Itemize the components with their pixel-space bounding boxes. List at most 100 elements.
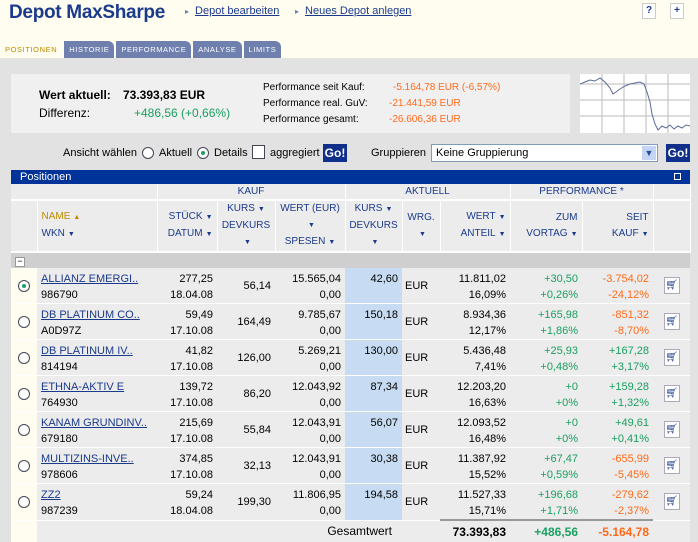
panel-title: Positionen [20, 171, 72, 183]
perf-vortag: +0 [565, 417, 579, 429]
sort-arrow-icon: ▼ [498, 214, 506, 221]
maximize-icon[interactable] [674, 173, 681, 180]
sort-name[interactable]: NAME [42, 211, 71, 222]
col-kurs[interactable]: KURS ▼ DEVKURS ▼ [217, 200, 276, 253]
sort-wkn[interactable]: WKN [42, 228, 65, 239]
row-select-radio[interactable] [18, 315, 30, 328]
chevron-down-icon[interactable]: ▼ [642, 146, 656, 160]
row-select-radio[interactable] [18, 495, 30, 508]
collapse-button[interactable]: − [15, 256, 25, 267]
sort-arrow-icon: ▼ [328, 239, 336, 246]
new-depot-link[interactable]: Neues Depot anlegen [295, 5, 411, 17]
position-name-link[interactable]: ALLIANZ EMERGI.. [41, 273, 138, 285]
spesen: 0,00 [319, 361, 342, 373]
waehrung: EUR [402, 268, 441, 304]
kauf-wert: 9.785,67 [298, 309, 342, 321]
wkn: 978606 [41, 469, 78, 481]
tab-limits[interactable]: LIMITS [243, 41, 282, 58]
view-go-button[interactable]: Go! [323, 144, 347, 162]
total-label: Gesamtwert [37, 520, 403, 542]
column-header-label: ZUM [555, 211, 578, 223]
position-name-link[interactable]: ZZ2 [41, 489, 61, 501]
row-select-radio[interactable] [18, 423, 30, 436]
perf-seit-kauf-pct: -24,12% [608, 289, 650, 301]
kauf-kurs: 199,30 [217, 483, 275, 521]
waehrung: EUR [402, 483, 441, 521]
perf-vortag: +67,47 [544, 453, 579, 465]
col-akt-kurs[interactable]: KURS ▼ DEVKURS ▼ [345, 200, 403, 253]
col-vortag[interactable]: ZUM VORTAG ▼ [510, 200, 583, 253]
view-label: Ansicht wählen [63, 147, 137, 159]
sort-arrow-icon: ▼ [385, 206, 393, 213]
col-wrg[interactable]: WRG. ▼ [402, 200, 441, 253]
aggregiert-checkbox[interactable] [252, 145, 265, 159]
new-page-icon[interactable]: + [670, 3, 684, 19]
sort-arrow-icon: ▼ [205, 231, 213, 238]
perf-label: Performance gesamt: [263, 114, 359, 125]
perf-value: -26.606,36 EUR [389, 114, 461, 125]
position-name-link[interactable]: KANAM GRUNDINV.. [41, 417, 147, 429]
table-row: KANAM GRUNDINV.. 679180 215,69 17.10.08 55… [11, 411, 691, 448]
perf-seit-kauf-pct: +1,32% [611, 397, 650, 409]
col-wert[interactable]: WERT (EUR) ▼ SPESEN ▼ [275, 200, 346, 253]
position-name-link[interactable]: DB PLATINUM IV.. [41, 345, 133, 357]
wkn: 987239 [41, 505, 78, 517]
cart-icon[interactable]: 🛒︎ [663, 385, 680, 402]
group-performance: PERFORMANCE * [510, 184, 654, 201]
kauf-kurs: 86,20 [217, 375, 275, 412]
group-aktuell: AKTUELL [345, 184, 511, 201]
tab-analyse[interactable]: ANALYSE [193, 41, 242, 58]
performance-sparkline[interactable] [579, 74, 691, 133]
edit-depot-link[interactable]: Depot bearbeiten [185, 5, 279, 17]
cart-icon[interactable]: 🛒︎ [663, 457, 680, 474]
waehrung: EUR [402, 339, 441, 376]
page-title: Depot MaxSharpe [9, 2, 165, 23]
row-select-radio[interactable] [18, 459, 30, 472]
perf-vortag: +30,50 [544, 273, 579, 285]
datum: 17.10.08 [170, 469, 213, 481]
datum: 18.04.08 [170, 505, 213, 517]
col-seit-kauf[interactable]: SEIT KAUF ▼ [582, 200, 654, 253]
row-select-radio[interactable] [18, 351, 30, 364]
details-radio[interactable] [197, 147, 209, 159]
group-select[interactable]: Keine Gruppierung ▼ [431, 144, 658, 162]
cart-icon[interactable]: 🛒︎ [663, 349, 680, 366]
row-select-radio[interactable] [18, 279, 30, 292]
perf-seit-kauf: -279,62 [611, 489, 650, 501]
datum: 17.10.08 [170, 397, 213, 409]
aktuell-label: Aktuell [159, 147, 193, 159]
tab-positionen[interactable]: POSITIONEN [0, 41, 63, 58]
cart-icon[interactable]: 🛒︎ [663, 313, 680, 330]
wkn: 986790 [41, 289, 78, 301]
stueck: 59,49 [185, 309, 213, 321]
cart-icon[interactable]: 🛒︎ [663, 277, 680, 294]
spesen: 0,00 [319, 433, 342, 445]
col-wert-anteil[interactable]: WERT ▼ ANTEIL ▼ [440, 200, 511, 253]
perf-vortag: +196,68 [537, 489, 579, 501]
group-go-button[interactable]: Go! [666, 144, 690, 162]
table-row: DB PLATINUM CO.. A0D97Z 59,49 17.10.08 164… [11, 303, 691, 340]
position-name-link[interactable]: MULTIZINS-INVE.. [41, 453, 134, 465]
position-name-link[interactable]: ETHNA-AKTIV E [41, 381, 124, 393]
aktuell-radio[interactable] [142, 147, 154, 159]
cart-icon[interactable]: 🛒︎ [663, 493, 680, 511]
position-name-link[interactable]: DB PLATINUM CO.. [41, 309, 140, 321]
table-row: ZZ2 987239 59,24 18.04.08 199,30 11.806,95… [11, 483, 691, 521]
perf-seit-kauf-pct: +0,41% [611, 433, 650, 445]
waehrung: EUR [402, 411, 441, 448]
column-header-label: SEIT [626, 211, 649, 223]
col-name[interactable]: NAME ▲ WKN ▼ [37, 200, 158, 253]
tab-historie[interactable]: HISTORIE [64, 41, 115, 58]
col-stueck[interactable]: STÜCK ▼ DATUM ▼ [157, 200, 218, 253]
kauf-kurs: 32,13 [217, 447, 275, 484]
stueck: 59,24 [185, 489, 213, 501]
help-icon[interactable]: ? [642, 3, 656, 19]
cart-icon[interactable]: 🛒︎ [663, 421, 680, 438]
kauf-kurs: 55,84 [217, 411, 275, 448]
tab-performance[interactable]: PERFORMANCE [116, 41, 192, 58]
row-select-radio[interactable] [18, 387, 30, 400]
column-header-label: DATUM [167, 228, 203, 239]
perf-seit-kauf: +49,61 [615, 417, 650, 429]
aggregiert-label: aggregiert [270, 147, 320, 159]
stueck: 139,72 [179, 381, 213, 393]
